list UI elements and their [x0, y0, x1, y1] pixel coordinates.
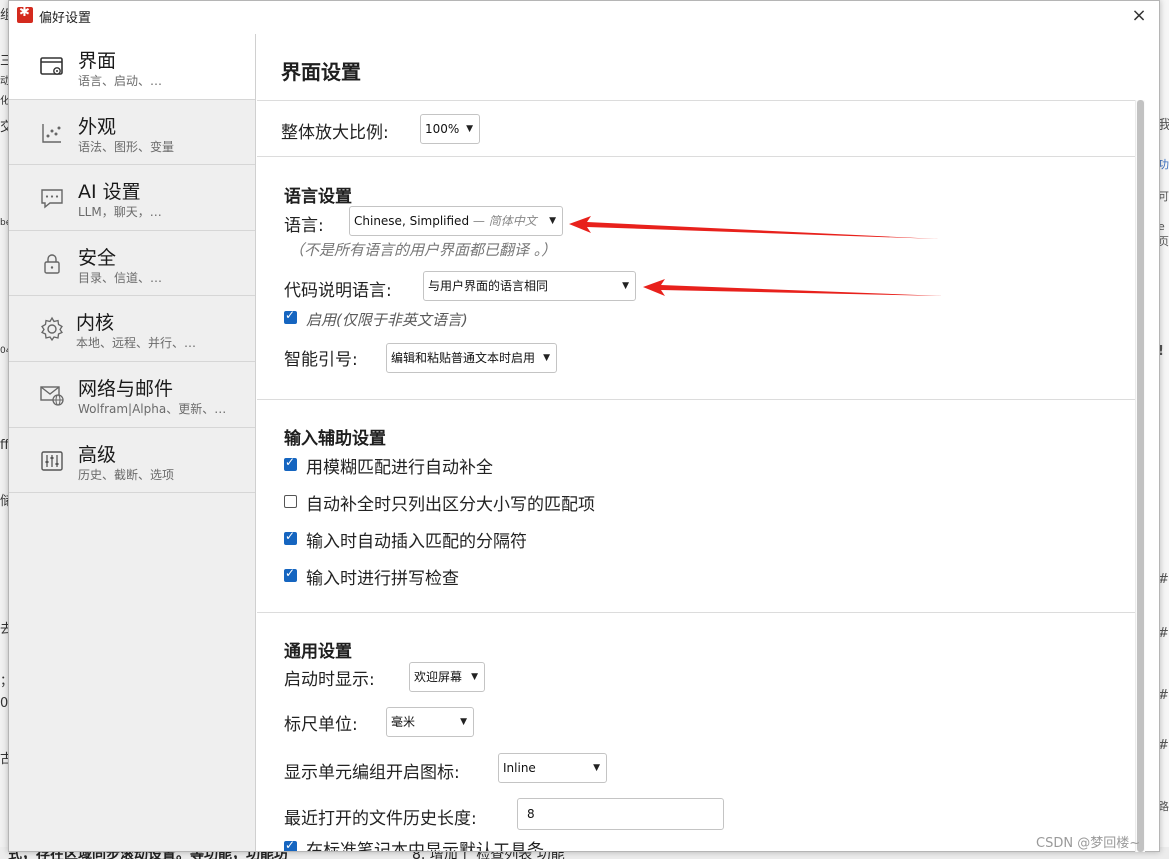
sidebar-item-title: 界面 — [78, 50, 117, 72]
spell-check-checkbox[interactable] — [284, 566, 297, 582]
smart-quotes-label: 智能引号: — [284, 350, 358, 370]
divider — [257, 100, 1144, 101]
sidebar-item-title: 内核 — [76, 312, 115, 335]
lock-icon — [44, 254, 60, 274]
sidebar-item-subtitle: LLM，聊天，… — [78, 205, 162, 220]
auto-delimiter-label: 输入时自动插入匹配的分隔符 — [306, 532, 527, 552]
annotation-arrow-code-language — [643, 279, 943, 296]
zoom-label: 整体放大比例: — [281, 123, 389, 143]
zoom-select[interactable]: 100% ▼ — [420, 114, 480, 144]
mail-globe-icon — [40, 386, 64, 406]
smart-quotes-select[interactable]: 编辑和粘贴普通文本时启用 ▼ — [386, 343, 557, 373]
language-hint: — 简体中文 — [472, 214, 537, 228]
sidebar-item-security[interactable]: 安全 目录、信道、… — [9, 231, 255, 297]
smart-quotes-value: 编辑和粘贴普通文本时启用 — [391, 351, 536, 365]
gear-icon — [41, 317, 63, 342]
cell-group-icon-value: Inline — [503, 761, 536, 775]
sidebar-item-interface[interactable]: 界面 语言、启动、… — [9, 34, 255, 100]
chevron-down-icon: ▼ — [471, 672, 478, 682]
case-sensitive-checkbox[interactable] — [284, 495, 297, 508]
sidebar-item-subtitle: 语法、图形、变量 — [78, 139, 175, 154]
chevron-down-icon: ▼ — [593, 763, 600, 773]
scrollbar-thumb[interactable] — [1137, 100, 1144, 852]
language-value: Chinese, Simplified — [354, 214, 470, 228]
input-section-heading: 输入辅助设置 — [284, 429, 386, 449]
chevron-down-icon: ▼ — [622, 281, 629, 291]
window-title: 偏好设置 — [39, 11, 92, 26]
chevron-down-icon: ▼ — [460, 717, 467, 727]
cell-group-icon-label: 显示单元编组开启图标: — [284, 763, 460, 783]
divider — [257, 156, 1144, 157]
language-note: （不是所有语言的用户界面都已翻译 。） — [289, 241, 557, 259]
annotation-arrow-language — [569, 216, 939, 239]
zoom-value: 100% — [425, 122, 460, 136]
startup-select[interactable]: 欢迎屏幕 ▼ — [409, 662, 485, 692]
startup-label: 启动时显示: — [284, 670, 375, 690]
title-bar: 偏好设置 × — [9, 1, 1159, 32]
sidebar-item-subtitle: Wolfram|Alpha、更新、… — [78, 401, 227, 416]
sliders-icon — [41, 450, 63, 471]
sidebar-item-title: 网络与邮件 — [78, 377, 174, 400]
ruler-unit-select[interactable]: 毫米 ▼ — [386, 707, 474, 737]
sidebar: 界面 语言、启动、… 外观 语法、图形、变量 AI 设置 LLM，聊天，… 安全… — [9, 34, 256, 851]
startup-value: 欢迎屏幕 — [414, 670, 463, 684]
language-select[interactable]: Chinese, Simplified — 简体中文 ▼ — [349, 206, 563, 236]
sidebar-item-title: 外观 — [78, 115, 117, 138]
chart-icon — [42, 123, 61, 143]
sidebar-item-subtitle: 目录、信道、… — [78, 270, 163, 285]
ruler-unit-label: 标尺单位: — [284, 715, 358, 735]
sidebar-item-subtitle: 本地、远程、并行、… — [76, 336, 197, 351]
chat-bubble-icon — [41, 189, 63, 209]
divider — [257, 399, 1144, 400]
sidebar-item-advanced[interactable]: 高级 历史、截断、选项 — [9, 428, 255, 494]
sidebar-item-subtitle: 语言、启动、… — [78, 74, 163, 88]
general-section-heading: 通用设置 — [284, 642, 352, 662]
code-language-value: 与用户界面的语言相同 — [428, 279, 549, 293]
preferences-dialog: 偏好设置 × 界面 语言、启动、… 外观 语法、图形、变量 AI 设置 LLM，… — [8, 0, 1160, 852]
spell-check-label: 输入时进行拼写检查 — [306, 569, 459, 589]
sidebar-item-network-mail[interactable]: 网络与邮件 Wolfram|Alpha、更新、… — [9, 362, 255, 428]
sidebar-item-title: 安全 — [78, 246, 117, 269]
cell-group-icon-select[interactable]: Inline ▼ — [498, 753, 607, 783]
sidebar-item-kernel[interactable]: 内核 本地、远程、并行、… — [9, 296, 255, 362]
code-language-select[interactable]: 与用户界面的语言相同 ▼ — [423, 271, 636, 301]
auto-delimiter-checkbox[interactable] — [284, 529, 297, 545]
fuzzy-complete-checkbox[interactable] — [284, 455, 297, 471]
default-toolbar-checkbox[interactable] — [284, 838, 297, 851]
sidebar-item-title: 高级 — [78, 443, 117, 466]
ruler-unit-value: 毫米 — [391, 715, 416, 729]
divider — [257, 612, 1144, 613]
chevron-down-icon: ▼ — [466, 124, 473, 134]
default-toolbar-label: 在标准笔记本中显示默认工具条 — [306, 841, 544, 852]
code-language-label: 代码说明语言: — [284, 281, 392, 301]
sidebar-item-appearance[interactable]: 外观 语法、图形、变量 — [9, 100, 255, 166]
settings-content: 界面设置 整体放大比例: 100% ▼ 语言设置 语言: Chinese, Sim… — [257, 34, 1144, 852]
chevron-down-icon: ▼ — [543, 353, 550, 363]
language-section-heading: 语言设置 — [284, 187, 352, 207]
enable-label: 启用(仅限于非英文语言) — [306, 311, 468, 329]
fuzzy-complete-label: 用模糊匹配进行自动补全 — [306, 458, 493, 478]
close-button[interactable]: × — [1127, 4, 1151, 28]
enable-checkbox[interactable] — [284, 308, 297, 324]
sidebar-item-ai-settings[interactable]: AI 设置 LLM，聊天，… — [9, 165, 255, 231]
sidebar-item-title: AI 设置 — [78, 181, 141, 204]
language-label: 语言: — [284, 216, 324, 236]
chevron-down-icon: ▼ — [549, 216, 556, 226]
watermark: CSDN @梦回楼~ — [1036, 836, 1141, 851]
app-logo-icon — [17, 5, 33, 23]
history-length-input[interactable]: 8 — [517, 798, 724, 830]
page-title: 界面设置 — [281, 60, 361, 84]
window-gear-icon — [40, 57, 63, 75]
history-length-label: 最近打开的文件历史长度: — [284, 809, 477, 829]
case-sensitive-label: 自动补全时只列出区分大小写的匹配项 — [306, 495, 595, 515]
sidebar-item-subtitle: 历史、截断、选项 — [78, 467, 175, 482]
